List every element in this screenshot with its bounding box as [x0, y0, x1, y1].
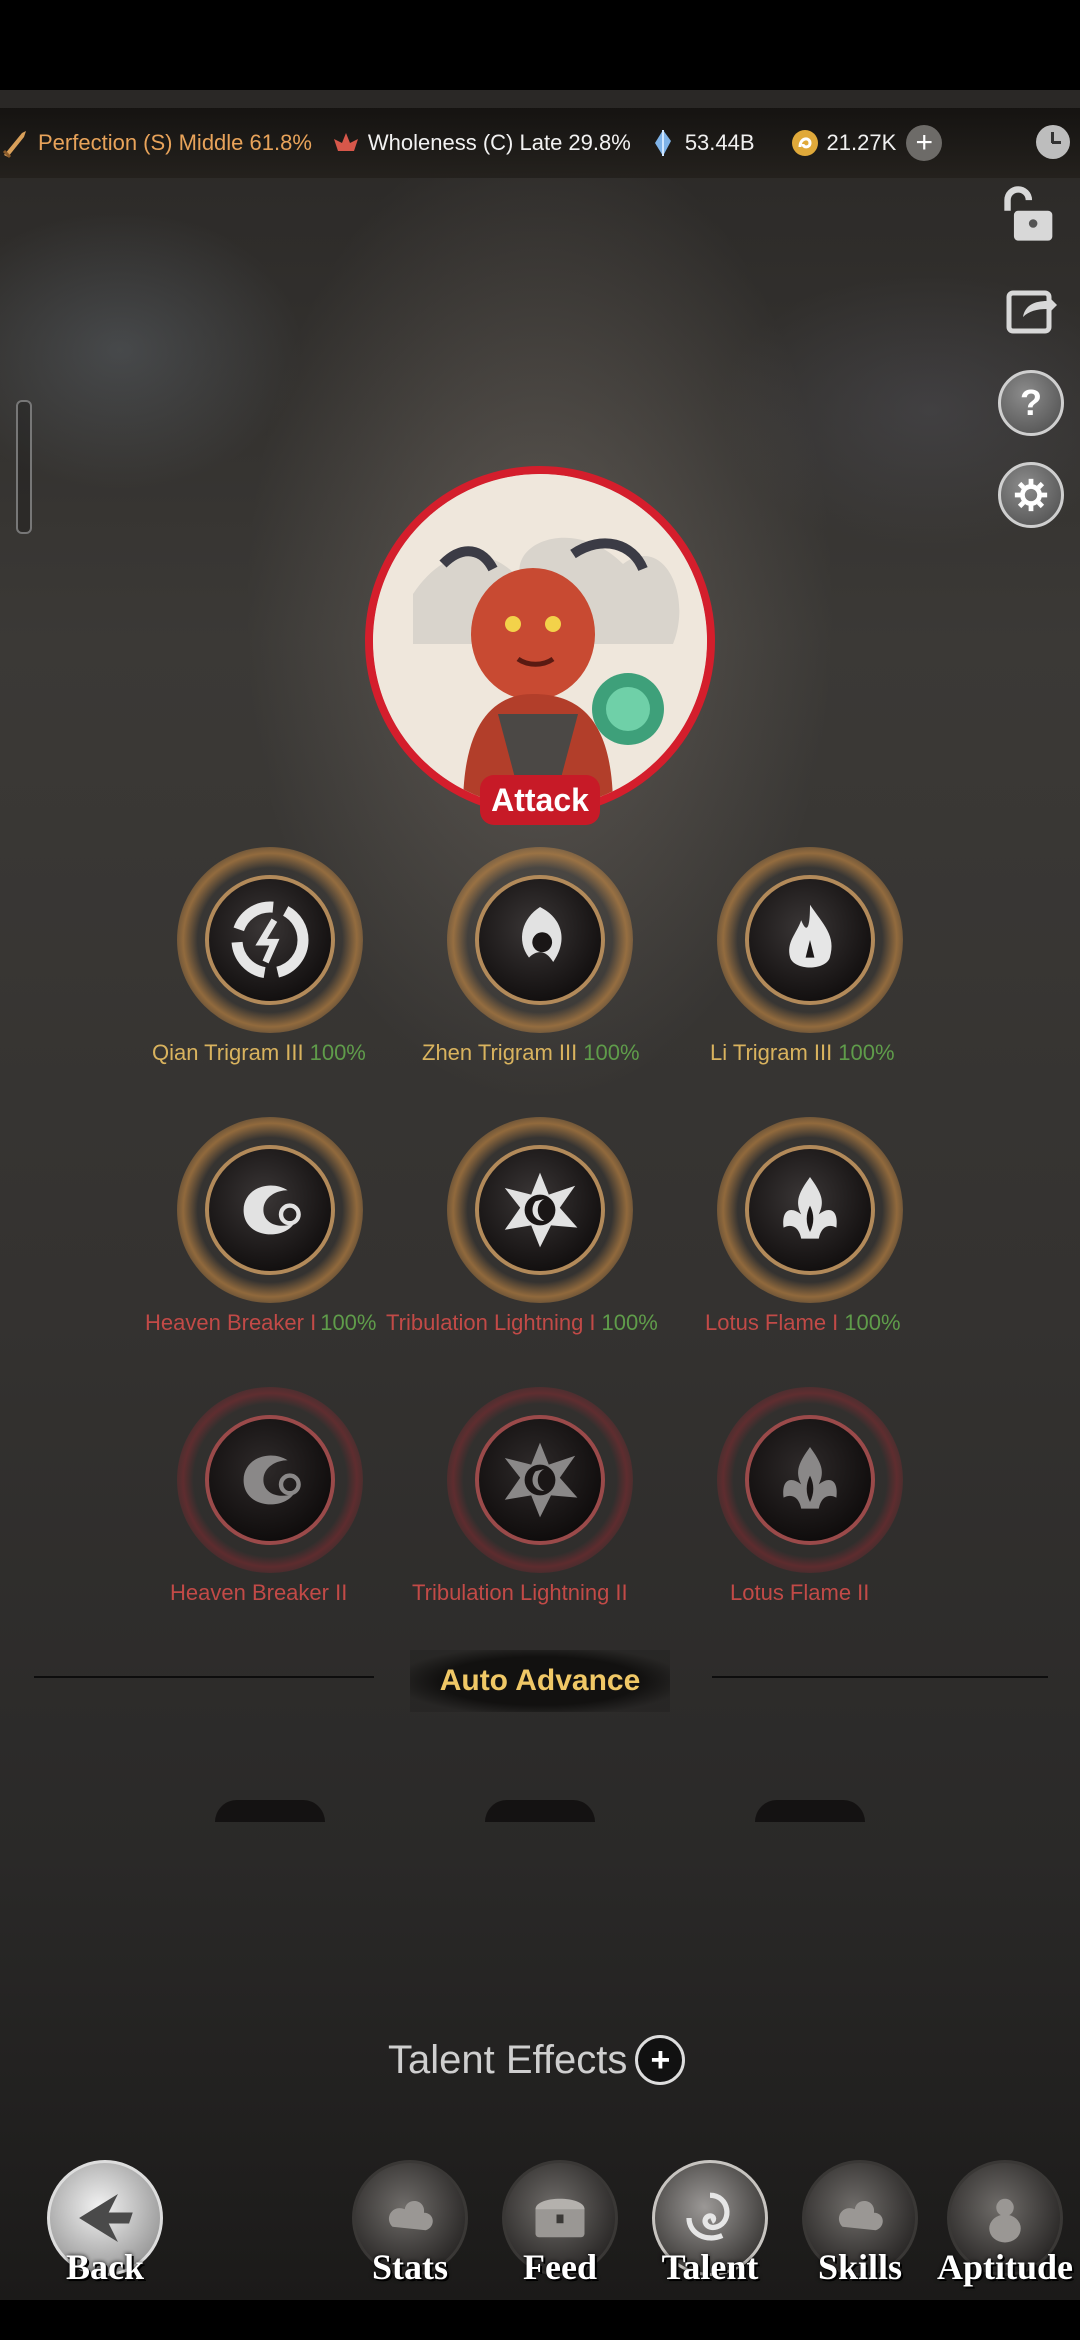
talent-node-heaven-breaker-1[interactable]	[177, 1117, 363, 1303]
sword-icon	[0, 127, 32, 159]
coin-amount: 21.27K	[826, 130, 897, 155]
nav-talent-label: Talent	[661, 2247, 759, 2287]
nav-feed-label: Feed	[523, 2247, 597, 2287]
nav-talent-tab[interactable]: Talent	[645, 2160, 775, 2310]
lightning-vortex-icon	[504, 1442, 578, 1518]
help-icon: ?	[998, 370, 1064, 436]
talent-name: Heaven Breaker I	[145, 1310, 317, 1335]
talent-effects[interactable]: Talent Effects +	[388, 2035, 686, 2085]
auto-advance-button[interactable]: Auto Advance	[410, 1650, 670, 1712]
role-badge: Attack	[480, 775, 600, 825]
nav-skills-label: Skills	[817, 2247, 903, 2287]
talent-node-zhen-trigram[interactable]	[447, 847, 633, 1033]
lightning-vortex-icon	[504, 1172, 578, 1248]
talent-label: Zhen Trigram III 100%	[422, 1040, 640, 1066]
coin-currency[interactable]: 21.27K	[789, 127, 897, 159]
talent-progress: 100%	[838, 1040, 895, 1065]
talent-name: Lotus Flame I	[705, 1310, 839, 1335]
talent-label: Li Trigram III 100%	[710, 1040, 895, 1066]
zhen-trigram-icon	[522, 907, 562, 962]
talent-node-qian-trigram[interactable]	[177, 847, 363, 1033]
divider-right	[712, 1676, 1048, 1678]
crystal-amount: 53.44B	[684, 130, 755, 155]
talent-node-tribulation-lightning-1[interactable]	[447, 1117, 633, 1303]
padlock-open-icon	[1004, 186, 1053, 241]
talent-name: Tribulation Lightning I	[386, 1310, 596, 1335]
clock-icon[interactable]	[1036, 125, 1070, 159]
nav-back-button[interactable]: Back	[40, 2160, 170, 2310]
help-button[interactable]: ?	[996, 368, 1066, 438]
lotus-flame-icon	[783, 1447, 837, 1509]
talent-name: Zhen Trigram III	[422, 1040, 578, 1065]
heaven-breaker-icon	[243, 1455, 301, 1505]
talent-node-tribulation-lightning-2[interactable]	[447, 1387, 633, 1573]
talent-node-lotus-flame-1[interactable]	[717, 1117, 903, 1303]
gear-icon	[998, 462, 1064, 528]
talent-label: Tribulation Lightning II	[412, 1580, 628, 1605]
settings-button[interactable]	[996, 460, 1066, 530]
perfection-status[interactable]: Perfection (S) Middle 61.8%	[0, 127, 312, 159]
talent-name: Li Trigram III	[710, 1040, 833, 1065]
wholeness-text: Wholeness (C) Late 29.8%	[367, 130, 631, 155]
share-button[interactable]	[996, 276, 1066, 346]
lotus-icon	[330, 127, 362, 159]
nav-aptitude-tab[interactable]: Aptitude	[936, 2160, 1074, 2310]
crystal-currency[interactable]: 53.44B	[647, 127, 755, 159]
divider-left	[34, 1676, 374, 1678]
talent-label: Lotus Flame II	[730, 1580, 870, 1605]
unlock-button[interactable]	[996, 180, 1066, 250]
lotus-flame-icon	[783, 1177, 837, 1239]
talent-progress: 100%	[309, 1040, 366, 1065]
wholeness-status[interactable]: Wholeness (C) Late 29.8%	[330, 127, 631, 159]
talent-progress: 100%	[583, 1040, 640, 1065]
character-portrait[interactable]	[365, 466, 715, 816]
scroll-indicator[interactable]	[16, 400, 32, 534]
talent-label: Lotus Flame I 100%	[705, 1310, 901, 1336]
talent-progress: 100%	[320, 1310, 377, 1335]
resource-bar: Perfection (S) Middle 61.8% Wholeness (C…	[0, 108, 1080, 178]
talent-node-heaven-breaker-2[interactable]	[177, 1387, 363, 1573]
talent-label: Heaven Breaker I 100%	[145, 1310, 376, 1336]
talent-node-partial[interactable]	[485, 1800, 595, 1822]
qian-trigram-icon	[231, 901, 309, 979]
talent-label: Heaven Breaker II	[170, 1580, 348, 1605]
heaven-breaker-icon	[243, 1185, 301, 1235]
talent-label: Tribulation Lightning I 100%	[386, 1310, 658, 1336]
nav-back-label: Back	[65, 2247, 144, 2287]
talent-name: Qian Trigram III	[152, 1040, 304, 1065]
nav-feed-tab[interactable]: Feed	[495, 2160, 625, 2310]
nav-skills-tab[interactable]: Skills	[795, 2160, 925, 2310]
bottom-navigation: Back Stats Feed Talent Skills Aptitude	[0, 2160, 1080, 2310]
coin-icon	[789, 127, 821, 159]
crystal-icon	[647, 127, 679, 159]
nav-aptitude-label: Aptitude	[936, 2247, 1074, 2287]
talent-node-partial[interactable]	[755, 1800, 865, 1822]
talent-progress: 100%	[844, 1310, 901, 1335]
add-currency-button[interactable]: +	[906, 125, 943, 161]
talent-progress: 100%	[601, 1310, 658, 1335]
nav-stats-tab[interactable]: Stats	[345, 2160, 475, 2310]
talent-node-li-trigram[interactable]	[717, 847, 903, 1033]
talent-effects-expand-button[interactable]: +	[635, 2035, 686, 2085]
talent-effects-label: Talent Effects	[388, 2037, 628, 2082]
character-art	[373, 474, 707, 808]
nav-stats-label: Stats	[371, 2247, 448, 2287]
talent-label: Qian Trigram III 100%	[152, 1040, 366, 1066]
talent-node-lotus-flame-2[interactable]	[717, 1387, 903, 1573]
perfection-text: Perfection (S) Middle 61.8%	[38, 130, 312, 155]
flame-icon	[789, 904, 832, 968]
share-icon	[1006, 290, 1057, 334]
talent-node-partial[interactable]	[215, 1800, 325, 1822]
